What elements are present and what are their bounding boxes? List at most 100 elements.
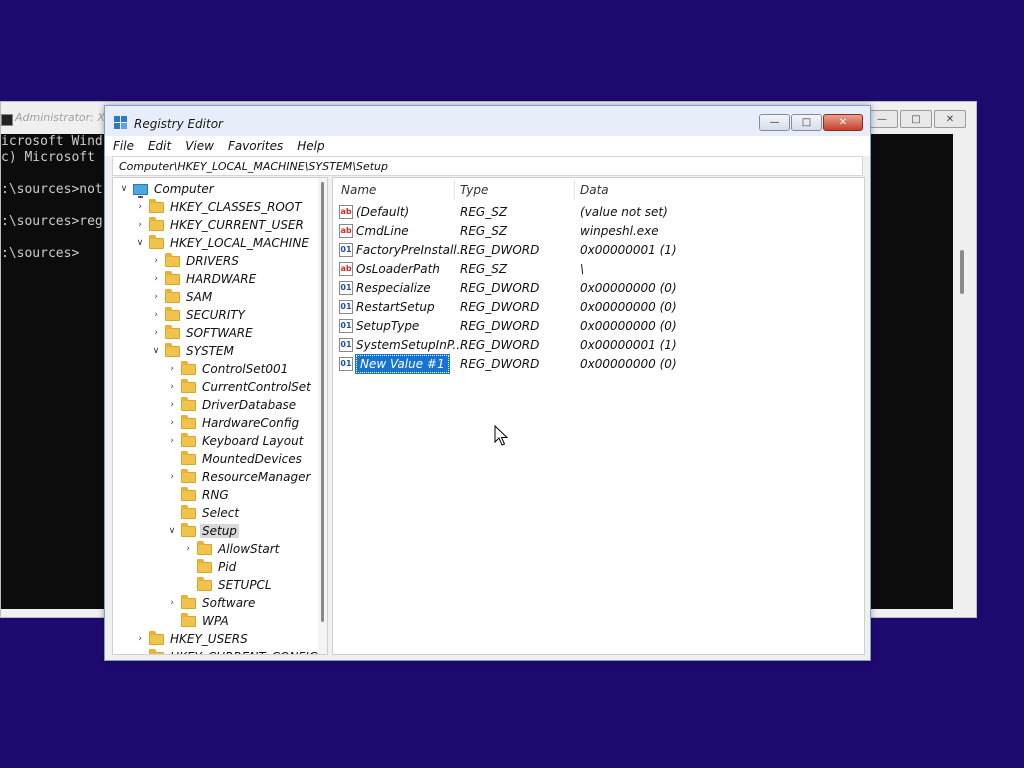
chevron-right-icon[interactable]: › (167, 418, 177, 428)
folder-icon (181, 612, 196, 627)
tree-node-label: HARDWARE (186, 272, 257, 286)
rename-value-input[interactable]: New Value #1 (355, 354, 450, 374)
column-header-data[interactable]: Data (580, 183, 609, 197)
chevron-right-icon[interactable]: › (151, 292, 161, 302)
tree-node-hardware[interactable]: › HARDWARE (151, 270, 258, 288)
chevron-right-icon[interactable]: › (135, 634, 145, 644)
chevron-right-icon[interactable]: › (135, 652, 145, 654)
chevron-right-icon[interactable]: › (135, 220, 145, 230)
tree-node-keyboard-layout[interactable]: › Keyboard Layout (167, 432, 305, 450)
tree-node-pid[interactable]: Pid (183, 558, 238, 576)
value-row[interactable]: 01 Respecialize REG_DWORD 0x00000000 (0) (333, 279, 863, 298)
tree-node-resourcemanager[interactable]: › ResourceManager (167, 468, 312, 486)
chevron-right-icon[interactable]: › (167, 472, 177, 482)
column-divider[interactable] (454, 180, 455, 200)
chevron-right-icon[interactable]: › (151, 274, 161, 284)
value-row[interactable]: ab (Default) REG_SZ (value not set) (333, 203, 863, 222)
tree-node-hkey-current-config[interactable]: › HKEY_CURRENT_CONFIG (135, 648, 320, 654)
column-header-type[interactable]: Type (460, 183, 488, 197)
tree-scrollbar[interactable] (318, 178, 327, 654)
tree-node-drivers[interactable]: › DRIVERS (151, 252, 241, 270)
value-row[interactable]: 01 RestartSetup REG_DWORD 0x00000000 (0) (333, 298, 863, 317)
menu-view[interactable]: View (177, 136, 220, 156)
value-row[interactable]: ab OsLoaderPath REG_SZ \ (333, 260, 863, 279)
chevron-down-icon[interactable]: ∨ (151, 346, 161, 356)
cmd-title: Administrator: X: (15, 111, 109, 124)
value-row[interactable]: ab CmdLine REG_SZ winpeshl.exe (333, 222, 863, 241)
chevron-right-icon[interactable]: › (151, 310, 161, 320)
minimize-button[interactable]: — (759, 114, 790, 131)
chevron-right-icon[interactable]: › (135, 202, 145, 212)
tree-node-select[interactable]: Select (167, 504, 241, 522)
tree-node-sam[interactable]: › SAM (151, 288, 214, 306)
value-type: REG_SZ (460, 224, 508, 238)
regedit-title-bar[interactable]: Registry Editor — □ ✕ (105, 106, 870, 136)
chevron-right-icon[interactable]: › (167, 436, 177, 446)
value-row[interactable]: 01 SystemSetupInP... REG_DWORD 0x00000001 (… (333, 336, 863, 355)
tree-node-driverdatabase[interactable]: › DriverDatabase (167, 396, 298, 414)
chevron-right-icon[interactable]: › (167, 382, 177, 392)
folder-icon (181, 486, 196, 501)
chevron-right-icon[interactable]: › (151, 256, 161, 266)
value-type: REG_DWORD (460, 281, 540, 295)
tree-node-label: SETUPCL (218, 578, 272, 592)
tree-node-currentcontrolset[interactable]: › CurrentControlSet (167, 378, 313, 396)
tree-node-computer[interactable]: ∨ Computer (119, 180, 216, 198)
tree-node-hkey-classes-root[interactable]: › HKEY_CLASSES_ROOT (135, 198, 304, 216)
tree-node-label: SECURITY (186, 308, 245, 322)
cmd-scrollbar[interactable] (953, 134, 968, 609)
binary-value-icon: 01 (339, 319, 353, 333)
value-row[interactable]: 01 SetupType REG_DWORD 0x00000000 (0) (333, 317, 863, 336)
value-name: RestartSetup (356, 300, 435, 314)
cmd-icon (1, 114, 13, 126)
tree-node-wpa[interactable]: WPA (167, 612, 231, 630)
tree-node-security[interactable]: › SECURITY (151, 306, 247, 324)
tree-node-system[interactable]: ∨ SYSTEM (151, 342, 236, 360)
values-list-pane[interactable]: Name Type Data ab (Default) REG_SZ (value n… (332, 177, 865, 655)
menu-file[interactable]: File (105, 136, 140, 156)
tree-node-controlset001[interactable]: › ControlSet001 (167, 360, 290, 378)
tree-node-software[interactable]: › Software (167, 594, 257, 612)
value-data: 0x00000000 (0) (580, 300, 677, 314)
chevron-right-icon[interactable]: › (183, 544, 193, 554)
menu-favorites[interactable]: Favorites (220, 136, 289, 156)
cmd-maximize-button[interactable]: □ (900, 110, 932, 128)
chevron-right-icon[interactable]: › (151, 328, 161, 338)
cmd-close-button[interactable]: ✕ (934, 110, 966, 128)
value-name: Respecialize (356, 281, 431, 295)
folder-icon (197, 558, 212, 573)
tree-node-mounteddevices[interactable]: MountedDevices (167, 450, 304, 468)
column-divider[interactable] (574, 180, 575, 200)
tree-node-setup[interactable]: ∨ Setup (167, 522, 239, 540)
tree-node-setupcl[interactable]: SETUPCL (183, 576, 274, 594)
chevron-right-icon[interactable]: › (167, 400, 177, 410)
chevron-right-icon[interactable]: › (167, 364, 177, 374)
tree-node-rng[interactable]: RNG (167, 486, 231, 504)
menu-bar: File Edit View Favorites Help (105, 136, 870, 156)
menu-help[interactable]: Help (289, 136, 330, 156)
key-tree-pane[interactable]: ∨ Computer › HKEY_CLASSES_ROOT › HKEY_CURRENT… (112, 177, 328, 655)
tree-node-software[interactable]: › SOFTWARE (151, 324, 255, 342)
address-bar[interactable]: Computer\HKEY_LOCAL_MACHINE\SYSTEM\Setup (112, 156, 863, 176)
chevron-down-icon[interactable]: ∨ (167, 526, 177, 536)
cmd-scroll-thumb[interactable] (960, 250, 964, 294)
value-type: REG_SZ (460, 262, 508, 276)
column-header-name[interactable]: Name (341, 183, 376, 197)
tree-node-hardwareconfig[interactable]: › HardwareConfig (167, 414, 301, 432)
tree-node-label: Pid (218, 560, 237, 574)
menu-edit[interactable]: Edit (140, 136, 177, 156)
tree-node-label: DRIVERS (186, 254, 239, 268)
chevron-down-icon[interactable]: ∨ (135, 238, 145, 248)
maximize-button[interactable]: □ (791, 114, 822, 131)
tree-node-hkey-local-machine[interactable]: ∨ HKEY_LOCAL_MACHINE (135, 234, 311, 252)
value-row[interactable]: 01 FactoryPreInstall... REG_DWORD 0x0000000… (333, 241, 863, 260)
close-button[interactable]: ✕ (823, 114, 863, 131)
value-row[interactable]: 01 New Value #1 REG_DWORD 0x00000000 (0) (333, 354, 863, 374)
tree-node-hkey-current-user[interactable]: › HKEY_CURRENT_USER (135, 216, 306, 234)
chevron-down-icon[interactable]: ∨ (119, 184, 129, 194)
tree-node-allowstart[interactable]: › AllowStart (183, 540, 281, 558)
chevron-right-icon[interactable]: › (167, 598, 177, 608)
registry-editor-window[interactable]: Registry Editor — □ ✕ File Edit View Fav… (104, 105, 871, 661)
tree-node-hkey-users[interactable]: › HKEY_USERS (135, 630, 250, 648)
tree-scroll-thumb[interactable] (321, 182, 324, 622)
